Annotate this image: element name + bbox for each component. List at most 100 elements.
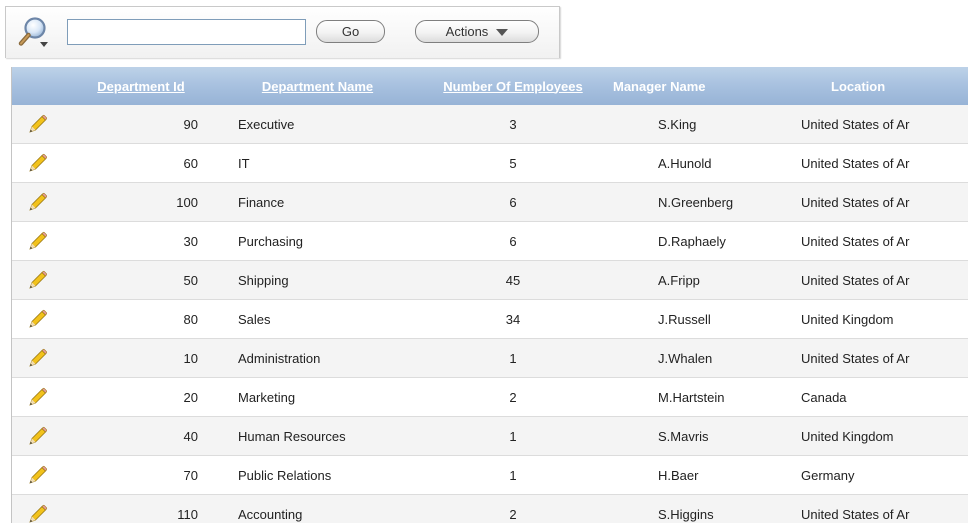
- department-name-cell: Sales: [210, 299, 425, 339]
- department-name-cell: Purchasing: [210, 221, 425, 261]
- manager-name-value: A.Fripp: [658, 272, 700, 288]
- location-cell: United States of Ar: [773, 143, 968, 183]
- table-row: 20 Marketing 2 M.Hartstein Canada: [12, 377, 968, 417]
- column-header-location[interactable]: Location: [773, 67, 968, 105]
- search-toolbar: Go Actions: [5, 6, 560, 58]
- table-row: 90 Executive 3 S.King United States of Ar: [12, 105, 968, 144]
- number-of-employees-value: 1: [509, 467, 517, 483]
- location-cell: Canada: [773, 377, 968, 417]
- column-header-manager-name[interactable]: Manager Name: [601, 67, 773, 105]
- actions-menu-button[interactable]: Actions: [415, 20, 539, 43]
- number-of-employees-cell: 1: [425, 338, 601, 378]
- location-cell: United States of Ar: [773, 182, 968, 222]
- manager-name-cell: S.Mavris: [601, 416, 773, 456]
- edit-cell: [12, 299, 72, 339]
- department-id-value: 60: [183, 155, 198, 171]
- department-name-cell: Shipping: [210, 260, 425, 300]
- number-of-employees-cell: 2: [425, 494, 601, 523]
- location-value: United Kingdom: [801, 428, 894, 444]
- pencil-icon[interactable]: [12, 110, 48, 136]
- manager-name-value: S.Higgins: [658, 506, 714, 522]
- column-header-number-of-employees[interactable]: Number Of Employees: [425, 67, 601, 105]
- department-id-cell: 40: [72, 416, 210, 456]
- number-of-employees-cell: 6: [425, 182, 601, 222]
- edit-cell: [12, 105, 72, 144]
- go-button[interactable]: Go: [316, 20, 385, 43]
- number-of-employees-cell: 5: [425, 143, 601, 183]
- pencil-icon[interactable]: [12, 227, 48, 253]
- department-id-value: 80: [183, 311, 198, 327]
- pencil-icon[interactable]: [12, 188, 48, 214]
- location-cell: United States of Ar: [773, 260, 968, 300]
- department-name-value: Purchasing: [238, 233, 304, 249]
- number-of-employees-cell: 1: [425, 416, 601, 456]
- department-name-cell: IT: [210, 143, 425, 183]
- department-id-value: 110: [177, 506, 198, 522]
- edit-cell: [12, 338, 72, 378]
- department-name-value: Human Resources: [238, 428, 346, 444]
- table-row: 80 Sales 34 J.Russell United Kingdom: [12, 299, 968, 339]
- pencil-icon[interactable]: [12, 344, 48, 370]
- department-name-value: Finance: [238, 194, 285, 210]
- manager-name-value: H.Baer: [658, 467, 699, 483]
- table-row: 50 Shipping 45 A.Fripp United States of Ar: [12, 260, 968, 300]
- department-id-cell: 10: [72, 338, 210, 378]
- go-button-label: Go: [341, 24, 360, 39]
- search-input[interactable]: [67, 19, 306, 45]
- pencil-icon[interactable]: [12, 266, 48, 292]
- edit-cell: [12, 494, 72, 523]
- location-value: United States of Ar: [801, 272, 910, 288]
- edit-cell: [12, 182, 72, 222]
- pencil-icon[interactable]: [12, 305, 48, 331]
- department-id-cell: 30: [72, 221, 210, 261]
- department-name-cell: Public Relations: [210, 455, 425, 495]
- department-id-value: 70: [183, 467, 198, 483]
- table-header-row: Department Id Department Name Number Of …: [12, 67, 968, 105]
- pencil-icon[interactable]: [12, 461, 48, 487]
- edit-cell: [12, 143, 72, 183]
- pencil-icon[interactable]: [12, 422, 48, 448]
- manager-name-value: N.Greenberg: [658, 194, 734, 210]
- department-name-cell: Human Resources: [210, 416, 425, 456]
- manager-name-value: A.Hunold: [658, 155, 712, 171]
- department-name-cell: Finance: [210, 182, 425, 222]
- edit-cell: [12, 221, 72, 261]
- column-header-department-id[interactable]: Department Id: [72, 67, 210, 105]
- department-name-cell: Marketing: [210, 377, 425, 417]
- location-value: United States of Ar: [801, 155, 910, 171]
- column-header-label: Department Id: [97, 78, 185, 94]
- table-row: 100 Finance 6 N.Greenberg United States of A…: [12, 182, 968, 222]
- department-id-value: 90: [183, 116, 198, 132]
- search-icon[interactable]: [16, 15, 52, 51]
- department-id-cell: 70: [72, 455, 210, 495]
- table-row: 30 Purchasing 6 D.Raphaely United States of …: [12, 221, 968, 261]
- manager-name-cell: S.King: [601, 105, 773, 144]
- location-value: United States of Ar: [801, 233, 910, 249]
- department-name-cell: Accounting: [210, 494, 425, 523]
- manager-name-value: J.Whalen: [658, 350, 713, 366]
- number-of-employees-value: 2: [509, 506, 517, 522]
- column-header-department-name[interactable]: Department Name: [210, 67, 425, 105]
- department-name-value: Executive: [238, 116, 295, 132]
- number-of-employees-value: 45: [505, 272, 521, 288]
- table-row: 60 IT 5 A.Hunold United States of Ar: [12, 143, 968, 183]
- department-name-value: IT: [238, 155, 250, 171]
- manager-name-value: S.King: [658, 116, 697, 132]
- location-cell: United States of Ar: [773, 105, 968, 144]
- department-id-cell: 90: [72, 105, 210, 144]
- department-id-cell: 100: [72, 182, 210, 222]
- edit-cell: [12, 455, 72, 495]
- pencil-icon[interactable]: [12, 500, 48, 523]
- department-name-value: Accounting: [238, 506, 303, 522]
- table-row: 40 Human Resources 1 S.Mavris United Kingdom: [12, 416, 968, 456]
- location-value: United States of Ar: [801, 350, 910, 366]
- table-body: 90 Executive 3 S.King United States of Ar 60 I…: [12, 105, 968, 523]
- table-row: 110 Accounting 2 S.Higgins United States of …: [12, 494, 968, 523]
- department-id-cell: 110: [72, 494, 210, 523]
- location-cell: United States of Ar: [773, 221, 968, 261]
- number-of-employees-cell: 3: [425, 105, 601, 144]
- number-of-employees-cell: 34: [425, 299, 601, 339]
- pencil-icon[interactable]: [12, 149, 48, 175]
- pencil-icon[interactable]: [12, 383, 48, 409]
- number-of-employees-value: 6: [509, 194, 517, 210]
